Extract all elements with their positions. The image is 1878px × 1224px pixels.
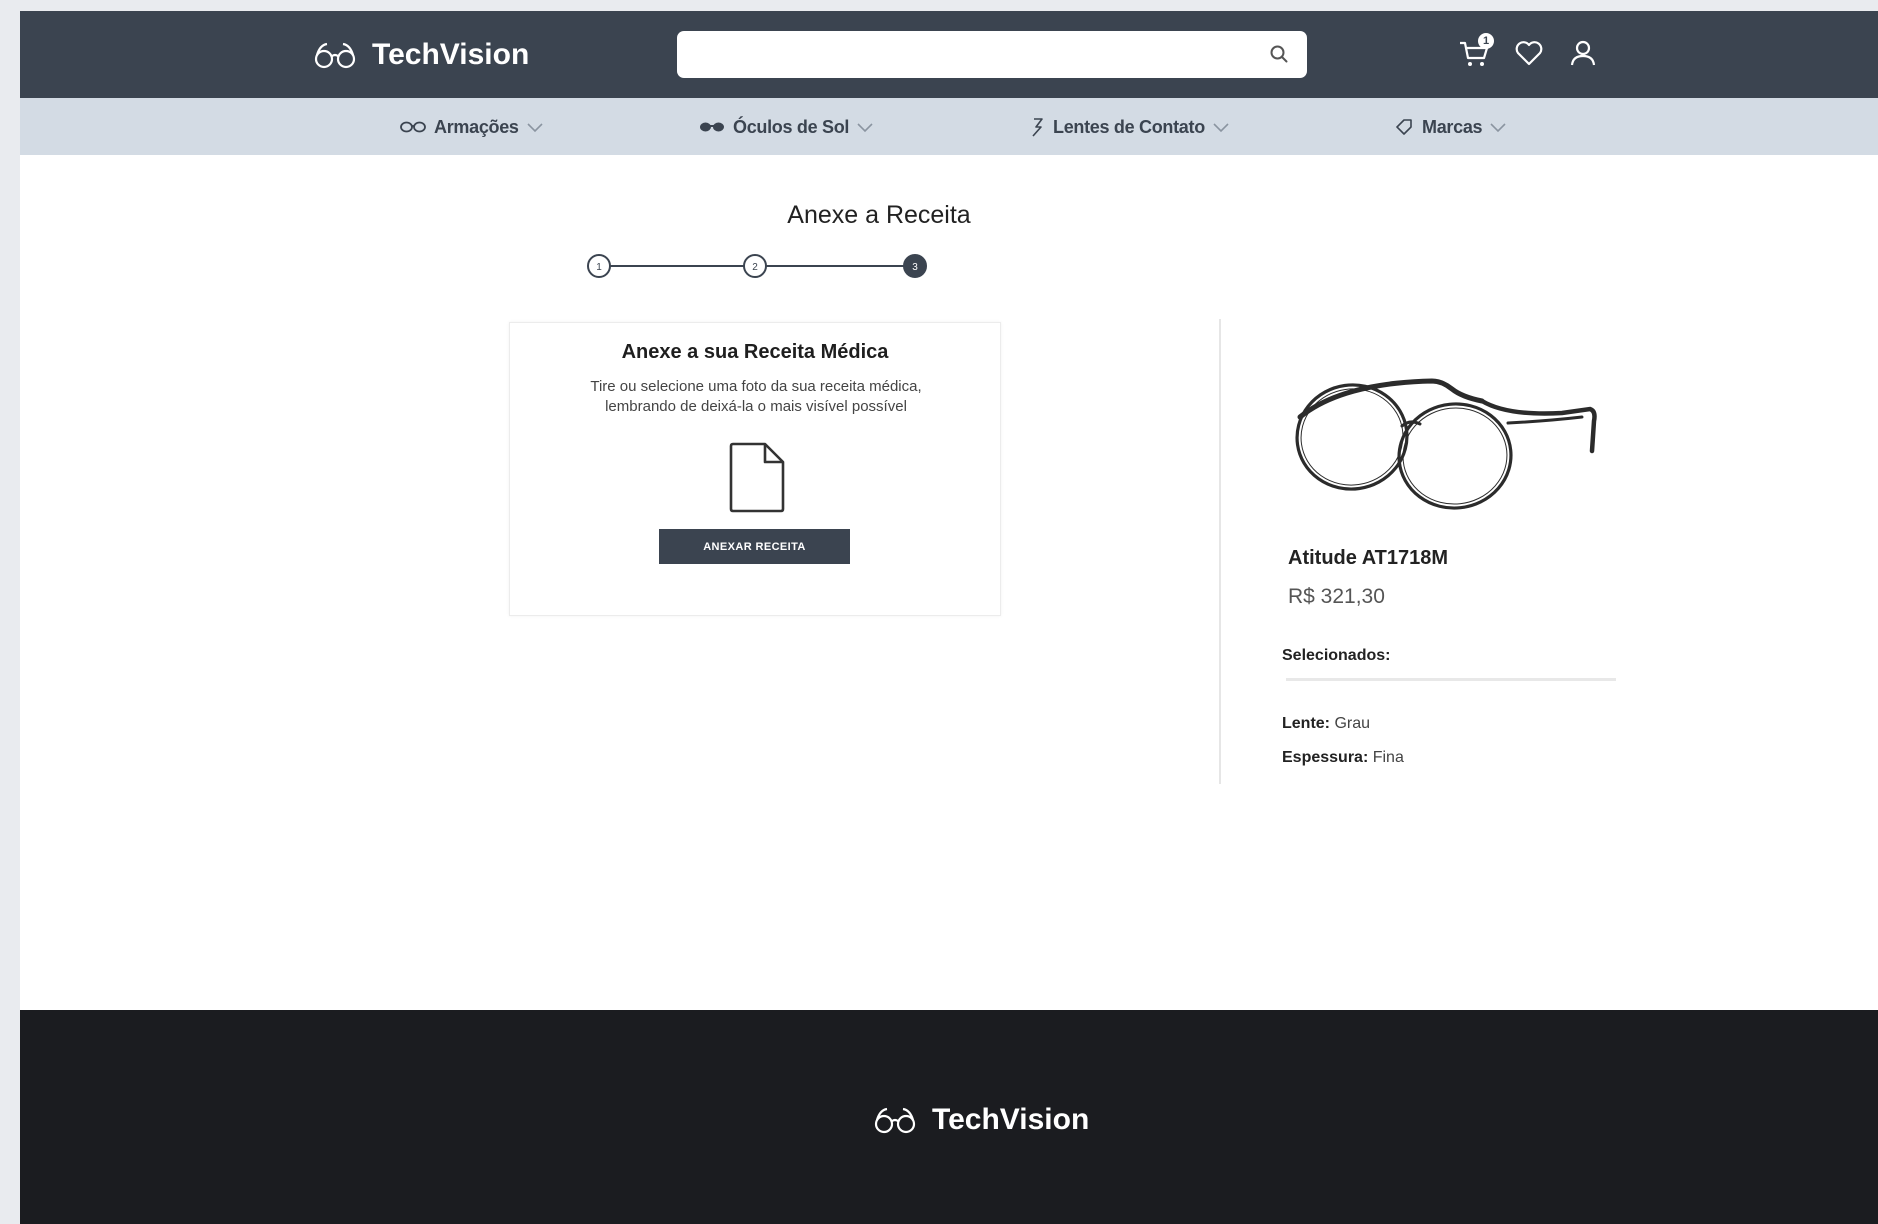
search-icon[interactable]: [1269, 44, 1289, 64]
page-title: Anexe a Receita: [20, 201, 1878, 230]
product-image-glasses: [1295, 378, 1597, 510]
step-3-number: 3: [912, 262, 918, 273]
chevron-down-icon: [1489, 121, 1507, 133]
attach-prescription-button[interactable]: ANEXAR RECEITA: [659, 529, 850, 564]
selected-attribute-lente: Lente: Grau: [1282, 715, 1370, 733]
chevron-down-icon: [856, 121, 874, 133]
heart-icon: [1515, 41, 1543, 66]
site-footer: TechVision: [20, 1010, 1878, 1224]
tag-icon: [1394, 117, 1414, 137]
attribute-value: Grau: [1334, 715, 1371, 732]
contact-lens-icon: [1029, 117, 1045, 137]
nav-item-label: Marcas: [1422, 116, 1483, 137]
sunglasses-icon: [699, 120, 725, 134]
upload-description: Tire ou selecione uma foto da sua receit…: [540, 377, 972, 417]
brand-logo[interactable]: TechVision: [314, 35, 529, 75]
wishlist-button[interactable]: [1514, 39, 1544, 72]
nav-item-lentes-de-contato[interactable]: Lentes de Contato: [1029, 115, 1230, 139]
glasses-logo-icon: [874, 1107, 916, 1134]
step-1: 1: [587, 254, 611, 278]
nav-item-label: Armações: [434, 116, 519, 137]
glasses-outline-icon: [400, 120, 426, 134]
step-2-number: 2: [752, 262, 758, 273]
upload-title: Anexe a sua Receita Médica: [621, 341, 889, 363]
user-icon: [1570, 40, 1596, 66]
product-price: R$ 321,30: [1288, 585, 1385, 608]
attribute-label: Lente:: [1282, 715, 1330, 732]
cart-button[interactable]: 1: [1458, 33, 1494, 74]
chevron-down-icon: [526, 121, 544, 133]
nav-item-oculos-de-sol[interactable]: Óculos de Sol: [699, 115, 874, 139]
nav-item-marcas[interactable]: Marcas: [1394, 115, 1507, 139]
page: TechVision 1 Armações Óculos de Sol Lent…: [20, 11, 1878, 1224]
cart-count-badge: 1: [1478, 33, 1494, 49]
product-name: Atitude AT1718M: [1288, 547, 1449, 569]
vertical-divider: [1219, 319, 1221, 784]
site-header: TechVision 1: [20, 11, 1878, 98]
footer-brand-logo[interactable]: TechVision: [874, 1100, 1089, 1140]
search-input[interactable]: [677, 31, 1257, 78]
attribute-label: Espessura:: [1282, 749, 1369, 766]
upload-description-line-2: lembrando de deixá-la o mais visível pos…: [605, 398, 907, 415]
category-nav: Armações Óculos de Sol Lentes de Contato…: [20, 98, 1878, 155]
account-button[interactable]: [1569, 39, 1597, 72]
nav-item-label: Lentes de Contato: [1053, 116, 1205, 137]
step-3-current: 3: [903, 254, 927, 278]
brand-name: TechVision: [372, 38, 530, 71]
glasses-logo-icon: [314, 42, 356, 69]
selected-attribute-espessura: Espessura: Fina: [1282, 749, 1404, 767]
footer-brand-name: TechVision: [932, 1103, 1090, 1136]
chevron-down-icon: [1212, 121, 1230, 133]
upload-description-line-1: Tire ou selecione uma foto da sua receit…: [590, 378, 922, 395]
search-bar: [677, 31, 1307, 78]
step-1-number: 1: [596, 262, 602, 273]
nav-item-armacoes[interactable]: Armações: [400, 115, 544, 139]
document-icon: [729, 442, 785, 513]
selected-options-title: Selecionados:: [1282, 647, 1391, 664]
upload-prescription-card: Anexe a sua Receita Médica Tire ou selec…: [509, 322, 1001, 616]
section-divider: [1286, 678, 1616, 681]
attribute-value: Fina: [1372, 749, 1404, 766]
nav-item-label: Óculos de Sol: [733, 116, 850, 137]
step-2: 2: [743, 254, 767, 278]
progress-stepper: 1 2 3: [587, 254, 927, 278]
step-title-text: Anexe a Receita: [787, 201, 971, 229]
